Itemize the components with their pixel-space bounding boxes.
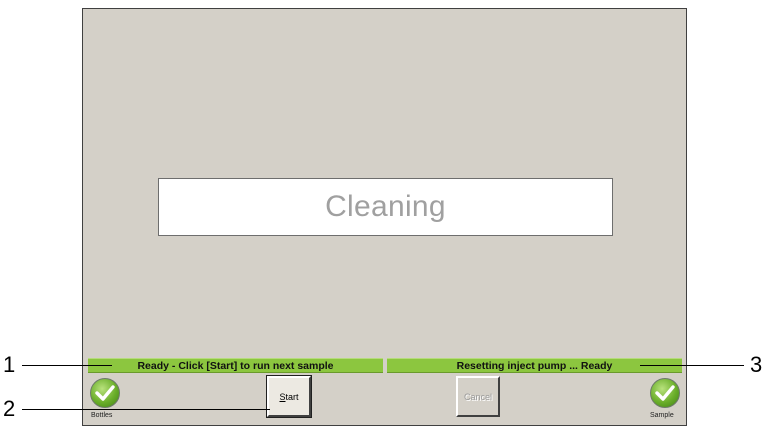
state-text: Cleaning: [325, 190, 446, 223]
cancel-button[interactable]: Cancel: [456, 376, 500, 417]
state-display: Cleaning: [158, 178, 613, 236]
callout-number-2: 2: [3, 396, 16, 421]
checkmark-icon: [95, 385, 115, 401]
callout-number-3: 3: [750, 352, 763, 377]
checkmark-icon: [655, 385, 675, 401]
status-bar-right: Resetting inject pump ... Ready: [387, 358, 682, 373]
sample-label: Sample: [650, 412, 674, 419]
bottles-label: Bottles: [91, 412, 113, 419]
status-message-right: Resetting inject pump ... Ready: [456, 359, 613, 372]
start-button[interactable]: Start: [266, 375, 312, 418]
sample-check-icon[interactable]: [650, 378, 680, 408]
callout-number-1: 1: [3, 352, 16, 377]
status-message-left: Ready - Click [Start] to run next sample: [137, 359, 334, 372]
status-bar-left: Ready - Click [Start] to run next sample: [88, 358, 383, 373]
callout-line-3: [640, 365, 744, 366]
callout-line-1: [22, 365, 112, 366]
callout-line-2: [22, 409, 270, 410]
start-button-label: Start: [279, 391, 299, 402]
cancel-button-label: Cancel: [463, 391, 492, 402]
bottles-check-icon[interactable]: [90, 378, 120, 408]
instrument-screen: Cleaning Ready - Click [Start] to run ne…: [82, 8, 687, 426]
